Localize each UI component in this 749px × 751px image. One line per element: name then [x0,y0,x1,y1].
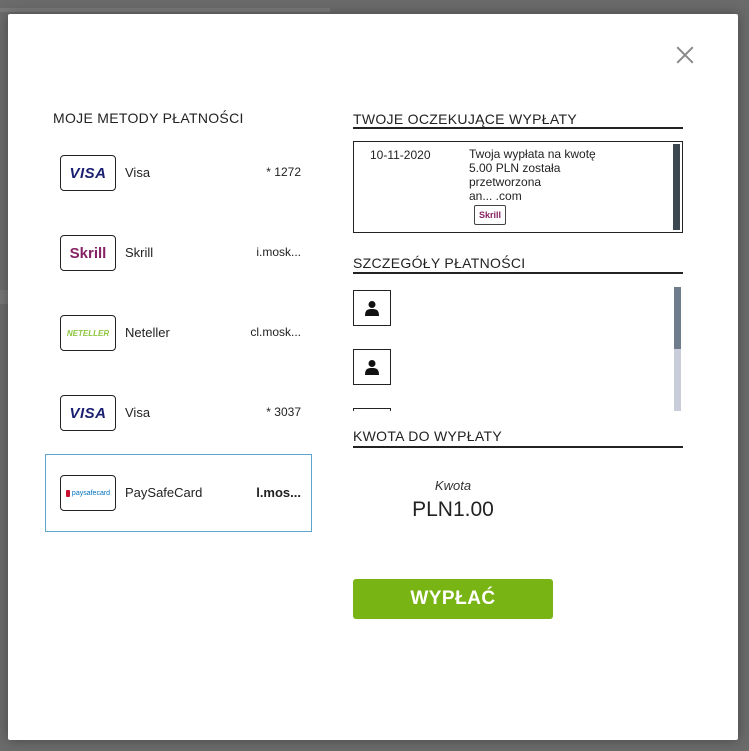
pending-scrollbar[interactable] [673,144,680,230]
user-icon [365,360,379,375]
pending-title: TWOJE OCZEKUJĄCE WYPŁATY [353,111,577,127]
amount-label: Kwota [434,478,472,493]
method-id: l.mos... [256,485,301,500]
background-header-bar [0,8,330,12]
pending-title-rule [353,127,683,129]
method-name: PaySafeCard [125,485,203,500]
visa-logo: VISA [60,155,116,191]
details-scrollbar-thumb[interactable] [674,287,681,349]
pending-line: Twoja wypłata na kwotę [469,147,596,161]
method-id: i.mosk... [256,245,301,259]
payment-details-panel [353,287,683,411]
payment-methods-list: VISA Visa * 1272 Skrill Skrill i.mosk...… [45,134,312,534]
skrill-logo: Skrill [474,205,506,225]
user-field-2[interactable] [353,349,391,385]
method-id: cl.mosk... [250,325,301,339]
method-name: Skrill [125,245,154,260]
amount-title-rule [353,446,683,448]
skrill-logo: Skrill [60,235,116,271]
methods-title: MOJE METODY PŁATNOŚCI [53,110,244,126]
user-field-3[interactable] [353,408,391,411]
withdraw-button[interactable]: WYPŁAĆ [353,579,553,619]
method-id: * 1272 [266,165,301,179]
pending-payouts-box: 10-11-2020 Twoja wypłata na kwotę 5.00 P… [353,141,683,233]
method-neteller[interactable]: NETELLER Neteller cl.mosk... [45,294,312,372]
pending-date: 10-11-2020 [370,148,431,162]
method-name: Neteller [125,325,170,340]
method-visa-3037[interactable]: VISA Visa * 3037 [45,374,312,452]
user-icon [365,301,379,316]
background-side-text [0,290,8,304]
neteller-logo: NETELLER [60,315,116,351]
method-visa-1272[interactable]: VISA Visa * 1272 [45,134,312,212]
details-title: SZCZEGÓŁY PŁATNOŚCI [353,255,526,271]
method-name: Visa [125,405,151,420]
amount-value: PLN1.00 [412,498,494,521]
amount-title: KWOTA DO WYPŁATY [353,428,502,444]
method-name: Visa [125,165,151,180]
method-paysafecard[interactable]: paysafecard PaySafeCard l.mos... [45,454,312,532]
method-id: * 3037 [266,405,301,419]
pending-line: 5.00 PLN została [469,161,561,175]
pending-line: przetworzona [469,175,542,189]
pending-line: an... .com [469,189,522,203]
paysafecard-logo: paysafecard [60,475,116,511]
visa-logo: VISA [60,395,116,431]
method-skrill[interactable]: Skrill Skrill i.mosk... [45,214,312,292]
user-field-1[interactable] [353,290,391,326]
details-title-rule [353,272,683,274]
pending-message: Twoja wypłata na kwotę 5.00 PLN została … [469,147,609,203]
close-icon[interactable] [674,44,696,66]
lock-icon [65,489,70,497]
